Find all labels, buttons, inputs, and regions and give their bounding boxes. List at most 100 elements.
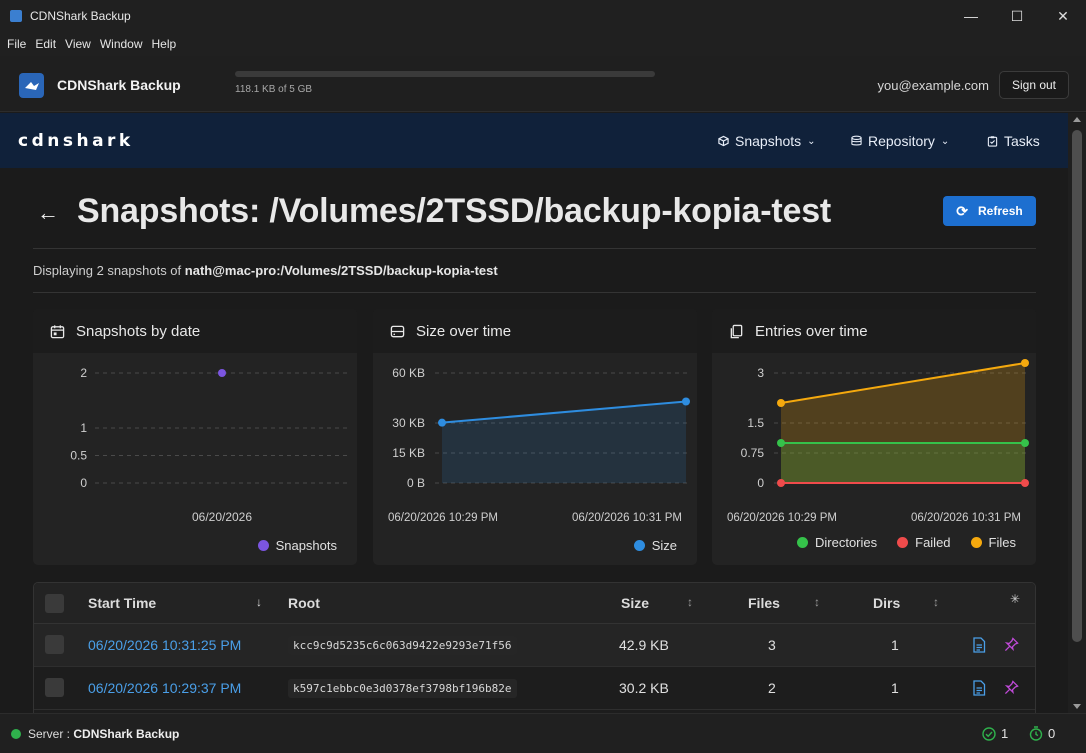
- quota-bar: [235, 71, 655, 77]
- y-tick-label: 60 KB: [392, 366, 425, 380]
- size-over-time-chart: 0 B 15 KB 30 KB 60 KB 06/20/2026 10:29 PM 06/…: [388, 366, 690, 523]
- files-cell: 3: [768, 637, 776, 653]
- y-tick-label: 0 B: [407, 476, 425, 490]
- legend-swatch: [897, 537, 909, 548]
- nav-tasks-label: Tasks: [1004, 133, 1040, 149]
- chart-legend: Directories Failed Files: [777, 535, 1016, 550]
- window-titlebar: CDNShark Backup — ☐ ✕: [0, 0, 1086, 32]
- sort-icon[interactable]: ↕: [687, 595, 693, 609]
- app-name: CDNShark Backup: [57, 77, 181, 93]
- scroll-down-arrow[interactable]: [1073, 704, 1081, 709]
- row-checkbox[interactable]: [45, 635, 64, 654]
- pin-icon[interactable]: [1004, 637, 1019, 652]
- menu-edit[interactable]: Edit: [34, 37, 62, 51]
- y-tick-label: 2: [80, 366, 87, 380]
- nav-snapshots-label: Snapshots: [735, 133, 802, 149]
- server-label: Server :: [28, 727, 71, 741]
- scroll-up-arrow[interactable]: [1073, 117, 1081, 122]
- chevron-down-icon: ⌄: [940, 135, 950, 147]
- entries-over-time-chart: 0 0.75 1.5 3 06/20/2026 10:29 PM 06/20/2026 1…: [727, 359, 1029, 523]
- app-icon: [10, 10, 22, 22]
- sort-icon[interactable]: ↕: [814, 595, 820, 609]
- x-tick-label: 06/20/2026 10:31 PM: [572, 512, 682, 523]
- x-tick-label: 06/20/2026 10:29 PM: [388, 512, 498, 523]
- start-time-link[interactable]: 06/20/2026 10:29:37 PM: [88, 680, 241, 696]
- sort-icon[interactable]: ↕: [933, 595, 939, 609]
- snapshots-table: Start Time ↓ Root Size ↕ Files ↕ Dirs ↕ …: [33, 582, 1036, 713]
- table-row[interactable]: 06/20/2026 10:29:37 PM k597c1ebbc0e3d037…: [34, 667, 1035, 710]
- divider: [33, 248, 1036, 249]
- app-header: CDNShark Backup 118.1 KB of 5 GB you@exa…: [0, 56, 1086, 112]
- column-header-root[interactable]: Root: [288, 595, 320, 611]
- sort-desc-icon[interactable]: ↓: [256, 595, 262, 609]
- card-header: Snapshots by date: [33, 309, 357, 353]
- size-cell: 30.2 KB: [619, 680, 669, 696]
- chart-card-size-over-time: Size over time 0 B 15 KB 30 KB 60 KB 06/20/2…: [373, 309, 697, 565]
- server-status: Server : CDNShark Backup: [28, 727, 179, 741]
- start-time-link[interactable]: 06/20/2026 10:31:25 PM: [88, 637, 241, 653]
- root-id: k597c1ebbc0e3d0378ef3798bf196b82e: [288, 679, 517, 698]
- file-details-icon[interactable]: [972, 637, 986, 653]
- table-row[interactable]: 06/20/2026 10:31:25 PM kcc9c9d5235c6c063…: [34, 624, 1035, 667]
- column-header-start-time[interactable]: Start Time: [88, 595, 156, 611]
- files-cell: 2: [768, 680, 776, 696]
- sign-out-button[interactable]: Sign out: [999, 71, 1069, 99]
- nav-repository-label: Repository: [868, 133, 935, 149]
- menu-file[interactable]: File: [6, 37, 32, 51]
- snapshots-by-date-chart: 0 0.5 1 2 06/20/2026: [70, 366, 347, 523]
- menu-help[interactable]: Help: [151, 37, 183, 51]
- nav-repository[interactable]: Repository ⌄: [851, 133, 949, 149]
- menu-view[interactable]: View: [64, 37, 97, 51]
- nav-snapshots[interactable]: Snapshots ⌄: [718, 133, 816, 149]
- running-tasks-count[interactable]: 1: [982, 726, 1008, 741]
- nav-tasks[interactable]: Tasks: [987, 133, 1040, 149]
- legend-item-directories[interactable]: Directories: [797, 535, 877, 550]
- scroll-thumb[interactable]: [1072, 130, 1082, 642]
- legend-swatch: [797, 537, 808, 548]
- snapshot-summary: Displaying 2 snapshots of nath@mac-pro:/…: [33, 263, 498, 278]
- select-all-checkbox[interactable]: [45, 594, 64, 613]
- column-header-files[interactable]: Files: [748, 595, 780, 611]
- menu-window[interactable]: Window: [99, 37, 149, 51]
- card-header: Entries over time: [712, 309, 1036, 353]
- pin-icon[interactable]: [1004, 680, 1019, 695]
- legend-swatch: [970, 537, 982, 548]
- column-settings-icon[interactable]: ✳: [1010, 592, 1020, 606]
- legend-label: Size: [651, 538, 677, 553]
- running-count: 1: [1001, 726, 1009, 741]
- pending-tasks-count[interactable]: 0: [1029, 726, 1055, 741]
- chevron-down-icon: ⌄: [807, 135, 816, 147]
- column-header-size[interactable]: Size: [621, 595, 649, 611]
- card-title: Entries over time: [755, 322, 868, 340]
- legend-item-files[interactable]: Files: [970, 535, 1016, 550]
- back-arrow-icon[interactable]: ←: [37, 200, 59, 226]
- legend-label: Files: [988, 535, 1016, 550]
- y-tick-label: 1: [80, 421, 87, 435]
- legend-item-size[interactable]: Size: [633, 538, 677, 553]
- dirs-cell: 1: [891, 637, 899, 653]
- maximize-button[interactable]: ☐: [994, 0, 1040, 32]
- y-tick-label: 30 KB: [392, 416, 425, 430]
- status-bar: Server : CDNShark Backup 1 0: [0, 713, 1086, 753]
- y-tick-label: 0.5: [70, 449, 87, 463]
- brand-logo[interactable]: cdnshark: [18, 131, 134, 151]
- file-details-icon[interactable]: [972, 680, 986, 696]
- page-scrollbar[interactable]: [1068, 113, 1086, 713]
- chart-legend: Snapshots: [238, 538, 337, 553]
- minimize-button[interactable]: —: [948, 0, 994, 32]
- data-point-files: [1021, 359, 1029, 367]
- close-button[interactable]: ✕: [1040, 0, 1086, 32]
- refresh-icon: ⟳: [956, 202, 969, 219]
- clipboard-icon: [987, 136, 998, 147]
- legend-item-failed[interactable]: Failed: [897, 535, 951, 550]
- y-tick-label: 15 KB: [392, 446, 425, 460]
- quota-text: 118.1 KB of 5 GB: [235, 84, 313, 95]
- row-checkbox[interactable]: [45, 678, 64, 697]
- refresh-button[interactable]: ⟳ Refresh: [943, 196, 1036, 226]
- x-tick-label: 06/20/2026: [192, 510, 252, 523]
- legend-item-snapshots[interactable]: Snapshots: [257, 538, 337, 553]
- legend-swatch: [633, 540, 645, 551]
- column-header-dirs[interactable]: Dirs: [873, 595, 900, 611]
- cube-icon: [718, 135, 729, 147]
- data-point: [682, 397, 690, 406]
